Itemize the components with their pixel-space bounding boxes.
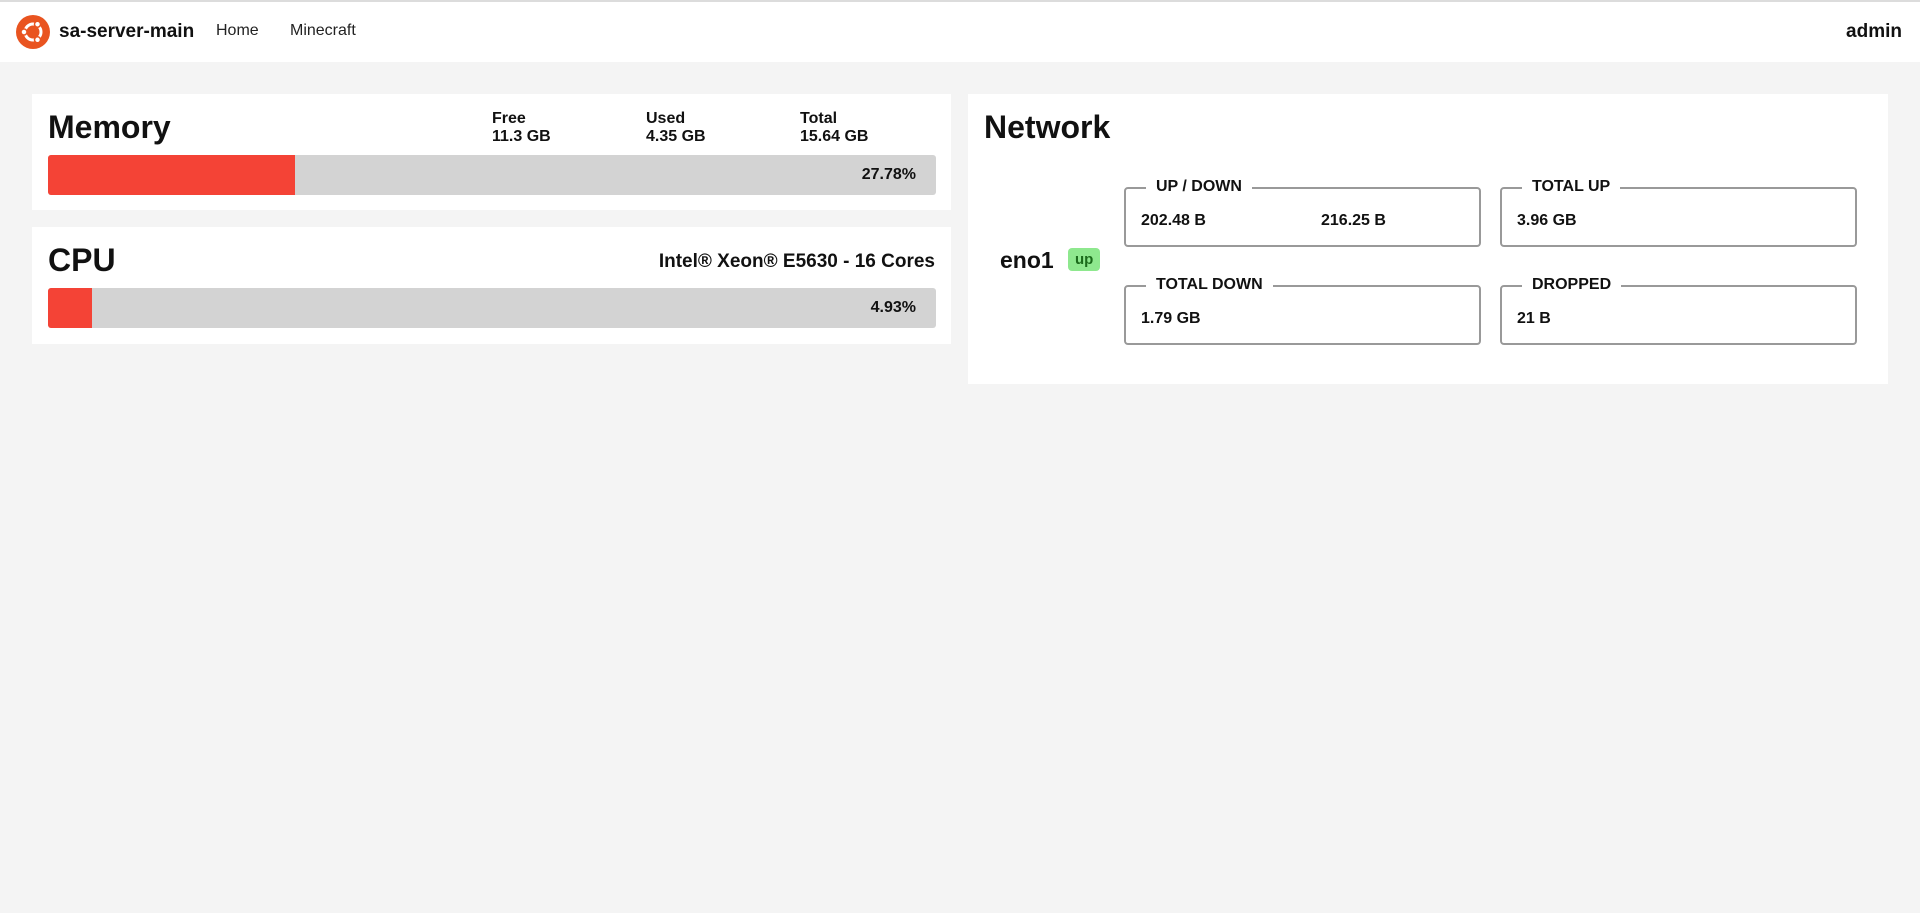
memory-used-stat: Used 4.35 GB [646,110,706,146]
dropped-label: DROPPED [1522,276,1622,294]
dropped-box: DROPPED 21 B [1500,276,1857,345]
memory-progress-bar: 27.78% [48,155,936,195]
memory-used-label: Used [646,110,686,127]
navbar: sa-server-main Home Minecraft admin [0,2,1920,62]
total-down-box: TOTAL DOWN 1.79 GB [1124,276,1481,345]
ubuntu-logo-icon[interactable] [16,15,50,49]
down-rate-value: 216.25 B [1321,212,1386,229]
cpu-card: CPU Intel® Xeon® E5630 - 16 Cores 4.93% [32,227,951,344]
total-down-label: TOTAL DOWN [1146,276,1273,294]
cpu-percent-label: 4.93% [870,299,916,316]
total-up-value: 3.96 GB [1517,212,1577,229]
user-menu[interactable]: admin [1846,21,1902,43]
memory-used-value: 4.35 GB [646,128,706,145]
total-down-value: 1.79 GB [1141,310,1201,327]
nav-link-home[interactable]: Home [216,22,259,40]
memory-free-stat: Free 11.3 GB [492,110,551,146]
up-rate-value: 202.48 B [1141,212,1206,229]
memory-progress-fill [48,155,295,195]
up-down-label: UP / DOWN [1146,178,1252,196]
memory-free-label: Free [492,110,526,127]
dropped-value: 21 B [1517,310,1551,327]
total-up-label: TOTAL UP [1522,178,1621,196]
nav-link-minecraft[interactable]: Minecraft [290,22,356,40]
up-down-box: UP / DOWN 202.48 B 216.25 B [1124,178,1481,247]
memory-total-label: Total [800,110,838,127]
brand-link[interactable]: sa-server-main [59,21,194,43]
cpu-progress-bar: 4.93% [48,288,936,328]
memory-title: Memory [48,109,171,145]
cpu-title: CPU [48,242,116,278]
interface-name: eno1 [1000,247,1054,273]
memory-total-value: 15.64 GB [800,128,869,145]
cpu-progress-fill [48,288,92,328]
memory-card: Memory Free 11.3 GB Used 4.35 GB Total 1… [32,94,951,210]
network-card: Network eno1 up UP / DOWN 202.48 B 216.2… [968,94,1888,384]
cpu-model: Intel® Xeon® E5630 - 16 Cores [658,251,935,272]
memory-total-stat: Total 15.64 GB [800,110,868,146]
memory-free-value: 11.3 GB [492,128,551,145]
memory-percent-label: 27.78% [861,166,916,183]
network-title: Network [984,109,1111,145]
total-up-box: TOTAL UP 3.96 GB [1500,178,1857,247]
interface-status-badge: up [1068,248,1101,271]
